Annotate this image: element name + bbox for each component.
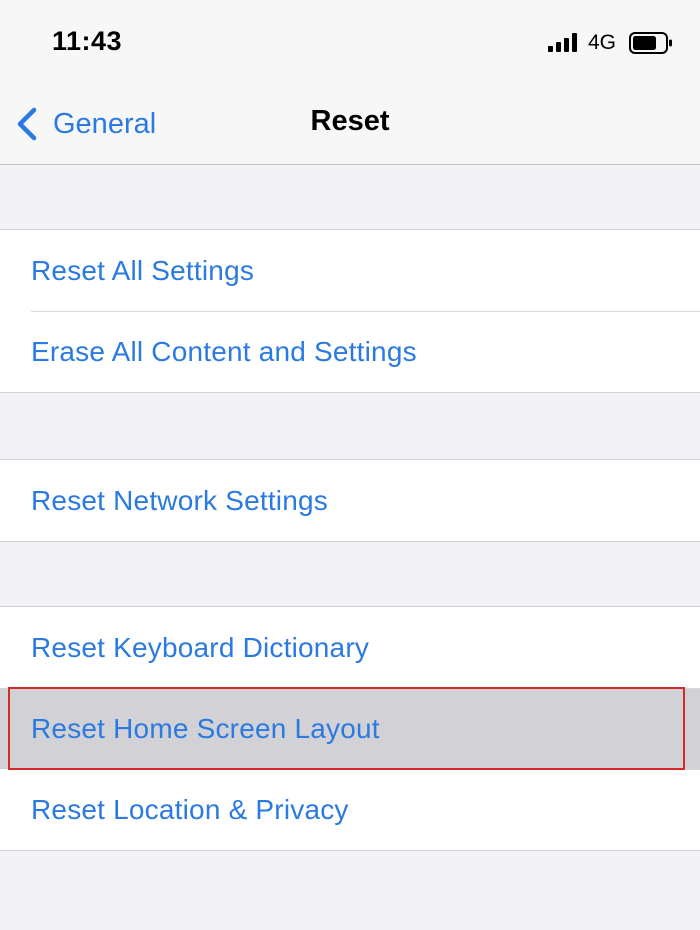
row-label: Erase All Content and Settings — [31, 335, 417, 367]
network-type-label: 4G — [588, 31, 617, 54]
status-time: 11:43 — [52, 26, 123, 56]
row-label: Reset Location & Privacy — [31, 793, 349, 825]
reset-all-settings-row[interactable]: Reset All Settings — [0, 230, 700, 311]
reset-home-screen-layout-row[interactable]: Reset Home Screen Layout — [0, 688, 700, 769]
row-label: Reset Network Settings — [31, 484, 328, 516]
reset-network-settings-row[interactable]: Reset Network Settings — [0, 460, 700, 541]
reset-keyboard-dictionary-row[interactable]: Reset Keyboard Dictionary — [0, 607, 700, 688]
erase-all-content-row[interactable]: Erase All Content and Settings — [0, 311, 700, 392]
settings-group-network: Reset Network Settings — [0, 459, 700, 542]
reset-location-privacy-row[interactable]: Reset Location & Privacy — [0, 769, 700, 850]
signal-bars-icon — [548, 33, 578, 53]
settings-group-other: Reset Keyboard Dictionary Reset Home Scr… — [0, 606, 700, 851]
row-label: Reset Home Screen Layout — [31, 712, 380, 744]
battery-icon — [629, 32, 673, 54]
row-label: Reset Keyboard Dictionary — [31, 631, 370, 663]
page-title: Reset — [310, 105, 390, 137]
row-label: Reset All Settings — [31, 254, 255, 286]
status-bar: 11:43 4G — [0, 0, 700, 85]
navigation-bar: General Reset — [0, 85, 700, 165]
settings-group-reset-all: Reset All Settings Erase All Content and… — [0, 229, 700, 393]
